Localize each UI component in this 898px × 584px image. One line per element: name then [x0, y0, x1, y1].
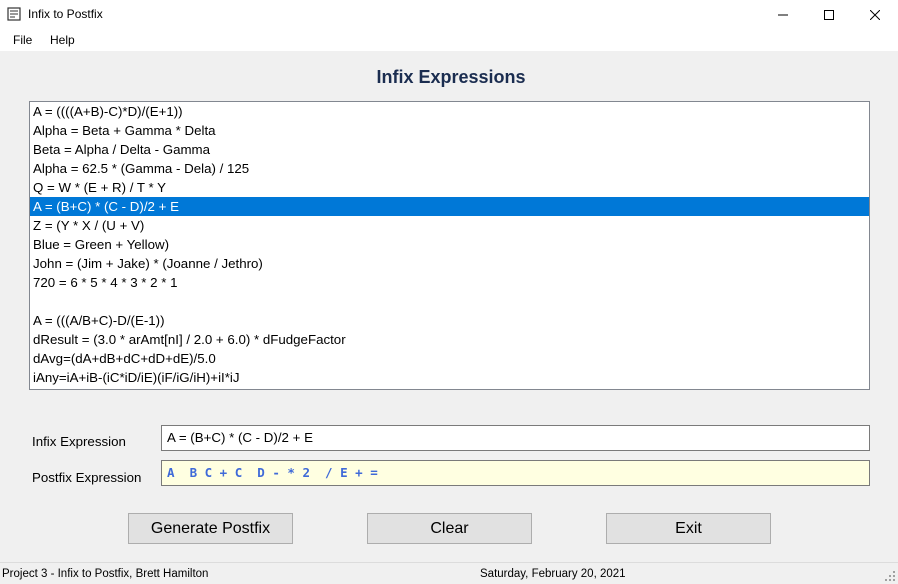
menu-help[interactable]: Help: [50, 33, 75, 47]
menu-file[interactable]: File: [13, 33, 32, 47]
list-item[interactable]: Alpha = Beta + Gamma * Delta: [30, 121, 869, 140]
list-item[interactable]: A = ((((A+B)-C)*D)/(E+1)): [30, 102, 869, 121]
list-item[interactable]: Q = W * (E + R) / T * Y: [30, 178, 869, 197]
postfix-expression-label: Postfix Expression: [32, 470, 142, 485]
window-title: Infix to Postfix: [28, 7, 103, 21]
list-item[interactable]: Beta = Alpha / Delta - Gamma: [30, 140, 869, 159]
close-icon: [870, 9, 880, 20]
page-title: Infix Expressions: [376, 67, 526, 87]
generate-postfix-button[interactable]: Generate Postfix: [128, 513, 293, 544]
minimize-button[interactable]: [760, 0, 806, 29]
status-bar: Project 3 - Infix to Postfix, Brett Hami…: [0, 562, 898, 584]
status-date: Saturday, February 20, 2021: [480, 568, 626, 580]
list-item[interactable]: Blue = Green + Yellow): [30, 235, 869, 254]
infix-expression-label: Infix Expression: [32, 434, 126, 449]
clear-button[interactable]: Clear: [367, 513, 532, 544]
app-window-icon: [7, 7, 21, 21]
list-item[interactable]: dAvg=(dA+dB+dC+dD+dE)/5.0: [30, 349, 869, 368]
list-item[interactable]: A = (B+C) * (C - D)/2 + E: [30, 197, 869, 216]
list-item[interactable]: Alpha = 62.5 * (Gamma - Dela) / 125: [30, 159, 869, 178]
exit-button[interactable]: Exit: [606, 513, 771, 544]
infix-expressions-list[interactable]: A = ((((A+B)-C)*D)/(E+1)) Alpha = Beta + …: [29, 101, 870, 390]
list-item[interactable]: Z = (Y * X / (U + V): [30, 216, 869, 235]
maximize-button[interactable]: [806, 0, 852, 29]
postfix-expression-field[interactable]: A B C + C D - * 2 / E + =: [161, 460, 870, 486]
list-item[interactable]: John = (Jim + Jake) * (Joanne / Jethro): [30, 254, 869, 273]
list-item[interactable]: iAny=iA+iB-(iC*iD/iE)(iF/iG/iH)+iI*iJ: [30, 368, 869, 387]
minimize-icon: [778, 14, 788, 15]
status-project-text: Project 3 - Infix to Postfix, Brett Hami…: [2, 568, 209, 580]
list-item[interactable]: 720 = 6 * 5 * 4 * 3 * 2 * 1: [30, 273, 869, 292]
infix-expression-field[interactable]: A = (B+C) * (C - D)/2 + E: [161, 425, 870, 451]
title-bar: Infix to Postfix: [0, 0, 898, 29]
list-item[interactable]: [30, 292, 869, 311]
close-button[interactable]: [852, 0, 898, 29]
resize-grip-icon[interactable]: [884, 570, 896, 582]
maximize-icon: [824, 9, 834, 20]
list-item[interactable]: dResult = (3.0 * arAmt[nI] / 2.0 + 6.0) …: [30, 330, 869, 349]
list-item[interactable]: A = (((A/B+C)-D/(E-1)): [30, 311, 869, 330]
menu-bar: File Help: [0, 29, 898, 52]
